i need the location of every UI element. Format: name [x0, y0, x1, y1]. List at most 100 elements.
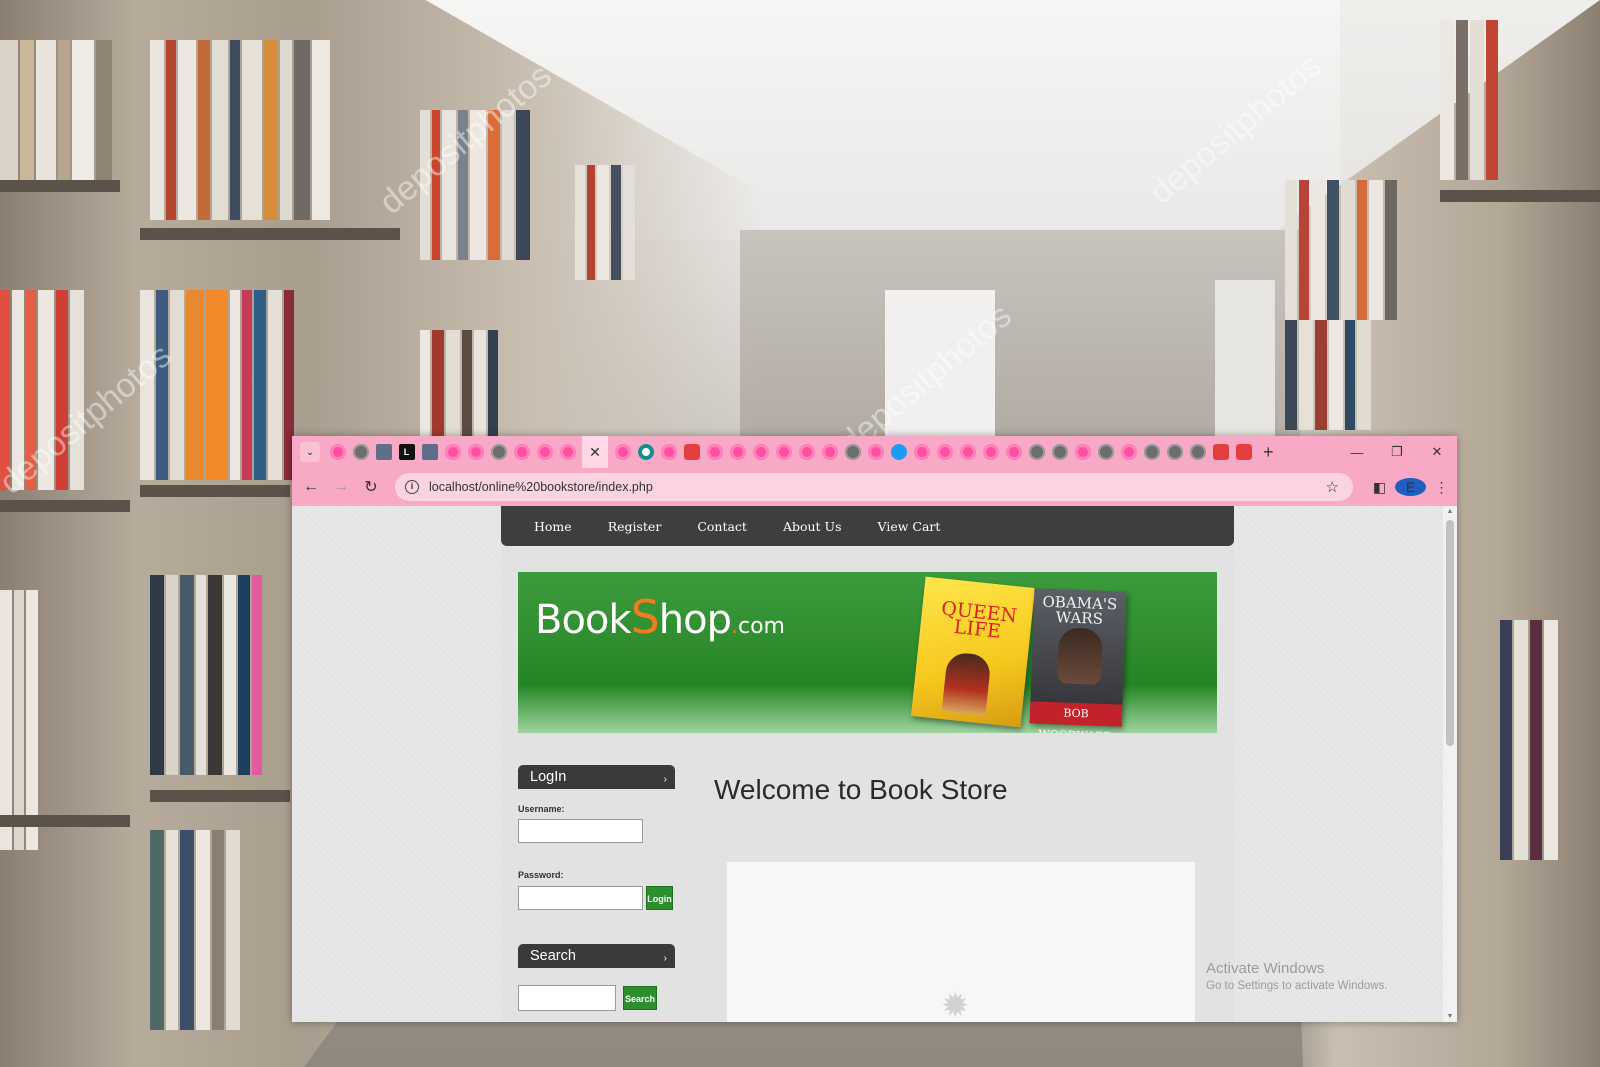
library-pillar	[1215, 280, 1275, 440]
chevron-right-icon: ›	[663, 774, 667, 785]
book-title: OBAMA'S WARS	[1042, 592, 1118, 628]
chevron-right-icon: ›	[663, 953, 667, 964]
tab-favicon-red[interactable]	[1235, 444, 1252, 460]
tab-favicon-twitter[interactable]	[890, 444, 907, 460]
address-url: localhost/online%20bookstore/index.php	[429, 480, 653, 494]
address-bar[interactable]: i localhost/online%20bookstore/index.php…	[395, 473, 1353, 501]
tab-favicon-pink[interactable]	[444, 444, 461, 460]
restore-icon[interactable]: ❐	[1377, 436, 1417, 468]
tab-favicon-pink[interactable]	[706, 444, 723, 460]
search-button[interactable]: Search	[623, 986, 657, 1010]
site-info-icon[interactable]: i	[405, 480, 419, 494]
close-icon[interactable]: ✕	[1417, 436, 1457, 468]
tab-favicon-pink[interactable]	[775, 444, 792, 460]
tab-favicon-globe[interactable]	[1097, 444, 1114, 460]
forward-arrow-icon[interactable]: →	[326, 478, 356, 496]
more-menu-icon[interactable]: ⋮	[1426, 479, 1457, 496]
page-viewport: Home Register Contact About Us View Cart…	[292, 506, 1457, 1022]
tab-favicon-globe[interactable]	[490, 444, 507, 460]
minimize-icon[interactable]: —	[1337, 436, 1377, 468]
window-controls: — ❐ ✕	[1337, 436, 1457, 468]
nav-view-cart[interactable]: View Cart	[878, 519, 941, 534]
tab-favicon-pink[interactable]	[913, 444, 930, 460]
tab-favicon-pink[interactable]	[660, 444, 677, 460]
tab-favicon-globe[interactable]	[1189, 444, 1206, 460]
tab-favicon-pink[interactable]	[467, 444, 484, 460]
back-arrow-icon[interactable]: ←	[296, 478, 326, 496]
nav-about[interactable]: About Us	[783, 519, 842, 534]
tab-favicon-globe[interactable]	[1051, 444, 1068, 460]
shelf-board	[140, 485, 290, 497]
side-panel-icon[interactable]: ◧	[1364, 479, 1395, 496]
cover-figure	[941, 651, 992, 716]
shelf-board	[140, 228, 400, 240]
book-row	[575, 165, 665, 280]
login-heading-text: LogIn	[530, 769, 567, 785]
tab-favicon-pink[interactable]	[959, 444, 976, 460]
nav-contact[interactable]: Contact	[697, 519, 747, 534]
profile-button[interactable]: E	[1395, 478, 1426, 496]
tab-favicon-globe[interactable]	[1166, 444, 1183, 460]
search-input[interactable]	[518, 985, 616, 1011]
tab-favicon-pink[interactable]	[936, 444, 953, 460]
tab-favicon-pink[interactable]	[798, 444, 815, 460]
tab-favicon-globe[interactable]	[1143, 444, 1160, 460]
site-banner: BookShop.com QUEEN LIFE OBAMA'S WARS BOB…	[518, 572, 1217, 733]
tab-favicon-pink[interactable]	[559, 444, 576, 460]
book-row	[1285, 320, 1485, 430]
activate-windows-notice: Activate Windows Go to Settings to activ…	[1206, 960, 1388, 992]
activate-title: Activate Windows	[1206, 960, 1325, 977]
logo-text: hop	[658, 597, 732, 643]
book-row	[150, 830, 290, 1030]
tab-favicon-pink[interactable]	[982, 444, 999, 460]
tab-favicon-pink[interactable]	[1120, 444, 1137, 460]
tab-favicon-l[interactable]: L	[398, 444, 415, 460]
tab-favicon-pink[interactable]	[513, 444, 530, 460]
tab-favicon-red[interactable]	[683, 444, 700, 460]
scroll-up-icon[interactable]: ▲	[1443, 508, 1457, 515]
tab-search-button[interactable]: ⌄	[300, 442, 320, 462]
tab-favicon-pink[interactable]	[867, 444, 884, 460]
plugin-puzzle-icon: ✹	[941, 987, 970, 1022]
tab-favicon-pink[interactable]	[729, 444, 746, 460]
active-tab-close-icon[interactable]: ✕	[582, 436, 608, 468]
reload-icon[interactable]: ↻	[356, 477, 386, 497]
username-label: Username:	[518, 804, 565, 814]
logo-text: S	[630, 590, 660, 644]
tab-favicon-image[interactable]	[421, 444, 438, 460]
page-title: Welcome to Book Store	[714, 774, 1008, 805]
tab-favicon-pink[interactable]	[1074, 444, 1091, 460]
tab-favicon-pink[interactable]	[752, 444, 769, 460]
login-heading: LogIn ›	[518, 765, 675, 789]
site-navigation: Home Register Contact About Us View Cart	[501, 506, 1234, 546]
browser-toolbar: ← → ↻ i localhost/online%20bookstore/ind…	[292, 468, 1457, 506]
book-row	[150, 575, 290, 775]
tab-favicon-pink[interactable]	[1005, 444, 1022, 460]
book-cover-obamas-wars: OBAMA'S WARS BOB WOODWARD	[1029, 588, 1127, 733]
tab-favicon-pink[interactable]	[536, 444, 553, 460]
tab-favicon-image[interactable]	[375, 444, 392, 460]
tab-favicon-globe[interactable]	[1028, 444, 1045, 460]
book-row	[1440, 20, 1540, 180]
new-tab-icon[interactable]: +	[1263, 442, 1274, 463]
password-field[interactable]	[518, 886, 643, 910]
tab-strip: ⌄ L ✕ + — ❐ ✕	[292, 436, 1457, 468]
tab-favicon-teal[interactable]	[637, 444, 654, 460]
tab-favicon-globe[interactable]	[844, 444, 861, 460]
vertical-scrollbar[interactable]: ▲ ▼	[1443, 506, 1457, 1022]
login-button[interactable]: Login	[646, 886, 673, 910]
bookmark-star-icon[interactable]: ☆	[1326, 478, 1339, 496]
tab-favicon-pink[interactable]	[614, 444, 631, 460]
username-field[interactable]	[518, 819, 643, 843]
nav-home[interactable]: Home	[534, 519, 572, 534]
scrollbar-thumb[interactable]	[1446, 520, 1454, 746]
nav-register[interactable]: Register	[608, 519, 662, 534]
tab-favicon-globe[interactable]	[352, 444, 369, 460]
scroll-down-icon[interactable]: ▼	[1443, 1013, 1457, 1020]
book-row	[0, 40, 140, 180]
tab-favicon-pink[interactable]	[821, 444, 838, 460]
book-title: QUEEN LIFE	[940, 597, 1019, 643]
tab-favicon-red[interactable]	[1212, 444, 1229, 460]
tab-favicon-pink[interactable]	[329, 444, 346, 460]
logo-text: .	[730, 614, 738, 639]
